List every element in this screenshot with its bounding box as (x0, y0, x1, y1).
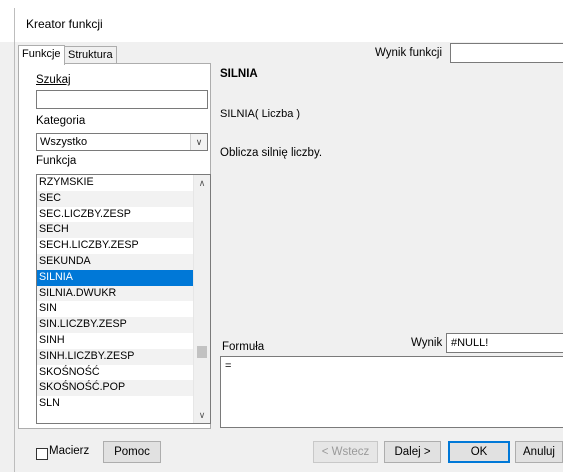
window-border (14, 8, 15, 472)
window-title: Kreator funkcji (26, 17, 103, 31)
function-signature: SILNIA( Liczba ) (220, 108, 301, 120)
category-select[interactable]: Wszystko ∨ (36, 133, 208, 151)
result-label: Wynik (411, 337, 443, 349)
scrollbar-thumb[interactable] (197, 346, 207, 358)
function-name: SILNIA (220, 68, 258, 80)
chevron-down-icon[interactable]: ∨ (190, 134, 207, 150)
list-item[interactable]: SLN (37, 396, 210, 412)
cancel-button[interactable]: Anuluj (515, 441, 563, 463)
help-button[interactable]: Pomoc (103, 441, 161, 463)
list-item[interactable]: SINH (37, 333, 210, 349)
list-item[interactable]: SEC (37, 190, 210, 207)
next-button[interactable]: Dalej > (384, 441, 441, 463)
list-item[interactable]: SILNIA.DWUKR (37, 285, 210, 302)
formula-editor[interactable]: = (220, 356, 563, 428)
tab-structure[interactable]: Struktura (64, 46, 117, 64)
back-button[interactable]: < Wstecz (313, 441, 378, 463)
ok-button[interactable]: OK (448, 441, 510, 463)
list-item[interactable]: SIN (37, 301, 210, 317)
array-checkbox[interactable] (36, 448, 48, 460)
list-item-selected[interactable]: SILNIA (37, 269, 210, 286)
category-selected-value: Wszystko (40, 136, 88, 148)
category-label: Kategoria (36, 115, 86, 127)
function-result-label-text: Wynik funkcji (375, 47, 442, 59)
list-scrollbar[interactable]: ∧ ∨ (193, 175, 210, 423)
list-item[interactable]: RZYMSKIE (37, 175, 210, 191)
function-label: Funkcja (36, 155, 77, 167)
array-label[interactable]: Macierz (49, 445, 89, 457)
function-description: Oblicza silnię liczby. (220, 147, 323, 159)
list-item[interactable]: SEKUNDA (37, 253, 210, 270)
function-list[interactable]: RZYMSKIE SEC SEC.LICZBY.ZESP SECH SECH.L… (36, 174, 211, 424)
list-item[interactable]: SECH.LICZBY.ZESP (37, 238, 210, 254)
list-item[interactable]: SIN.LICZBY.ZESP (37, 317, 210, 333)
result-field: #NULL! (446, 333, 563, 353)
chevron-up-icon[interactable]: ∧ (194, 175, 210, 191)
list-item[interactable]: SEC.LICZBY.ZESP (37, 207, 210, 223)
function-result-label: Wynik funkcji (375, 47, 442, 59)
list-item[interactable]: SECH (37, 222, 210, 239)
function-result-field (450, 43, 563, 63)
formula-label: Formuła (222, 341, 265, 353)
search-input[interactable] (36, 90, 208, 109)
chevron-down-icon[interactable]: ∨ (194, 407, 210, 423)
list-item[interactable]: SKOŚNOŚĆ.POP (37, 380, 210, 397)
list-item[interactable]: SKOŚNOŚĆ (37, 365, 210, 381)
search-label: Szukaj (36, 74, 71, 86)
search-label-text: Szukaj (36, 74, 71, 86)
tab-functions[interactable]: Funkcje (18, 45, 65, 65)
title-bar: Kreator funkcji (0, 0, 563, 42)
list-item[interactable]: SINH.LICZBY.ZESP (37, 348, 210, 365)
